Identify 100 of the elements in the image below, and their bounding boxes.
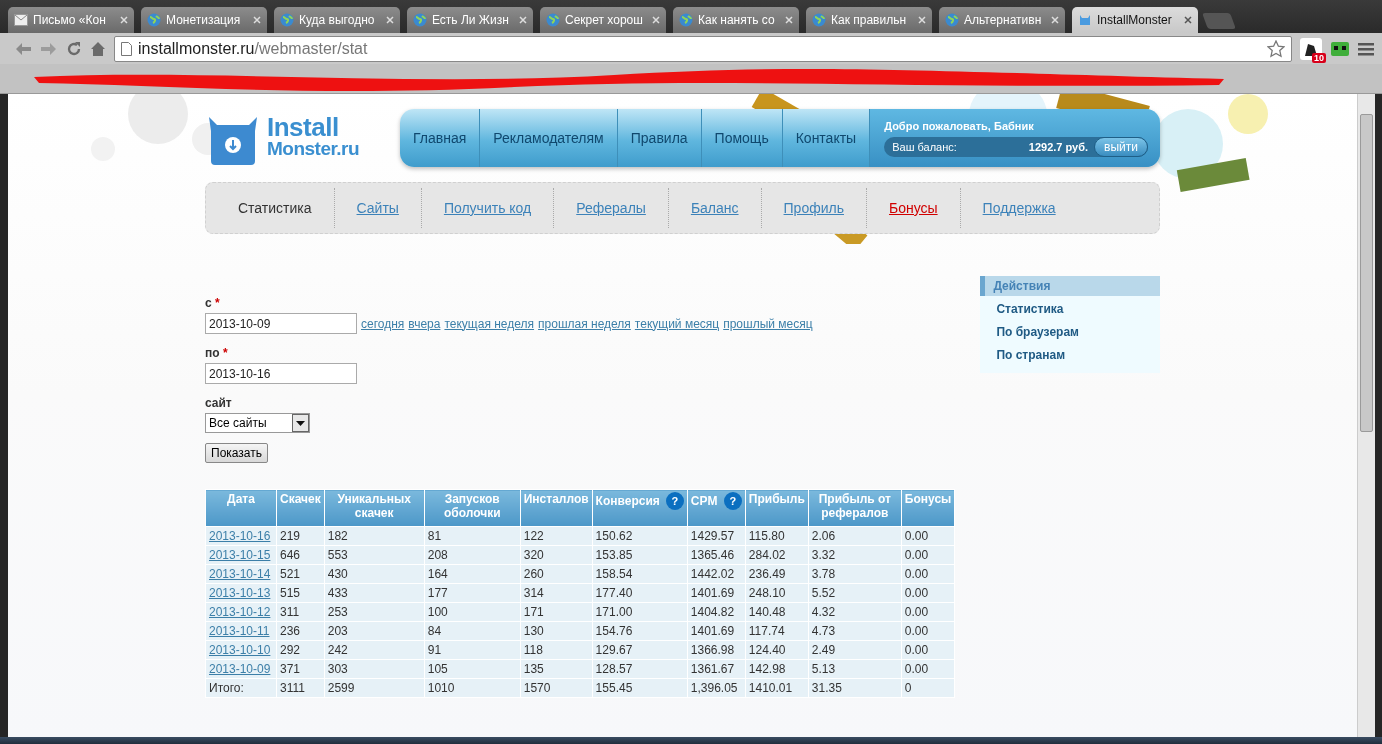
table-cell: 0.00: [901, 640, 955, 660]
sub-nav-current[interactable]: Статистика: [216, 188, 335, 228]
table-cell: 3.78: [808, 564, 902, 584]
date-field[interactable]: 2013-10-16: [205, 363, 357, 384]
show-button[interactable]: Показать: [205, 443, 268, 463]
table-cell: 177.40: [592, 583, 688, 603]
logo[interactable]: Install Monster.ru: [205, 109, 400, 167]
help-icon[interactable]: ?: [723, 492, 742, 510]
column-header: Запусков оболочки: [424, 489, 521, 527]
browser-tab[interactable]: InstallMonster: [1072, 7, 1198, 33]
column-header: Прибыль от рефералов: [808, 489, 902, 527]
table-cell: 0.00: [901, 526, 955, 546]
browser-tab[interactable]: Секрет хорош: [540, 7, 666, 33]
balance-value: 1292.7 руб.: [1028, 140, 1089, 153]
nav-link[interactable]: Помощь: [701, 109, 783, 167]
date-range-link[interactable]: прошлый месяц: [723, 316, 813, 331]
table-cell: 84: [424, 621, 521, 641]
date-range-link[interactable]: текущая неделя: [444, 316, 535, 331]
table-cell: 81: [424, 526, 521, 546]
table-cell: 135: [520, 659, 593, 679]
star-icon[interactable]: [1267, 39, 1285, 58]
column-header: CPM ?: [687, 489, 746, 527]
field-label: по *: [205, 346, 229, 360]
column-header: Бонусы: [901, 489, 955, 527]
close-icon[interactable]: [1184, 16, 1192, 24]
column-header: Дата: [205, 489, 277, 527]
table-cell: 1401.69: [687, 583, 746, 603]
sub-nav-link[interactable]: Профиль: [761, 188, 867, 228]
nav-link[interactable]: Правила: [617, 109, 702, 167]
sub-nav-link[interactable]: Сайты: [334, 188, 422, 228]
date-field[interactable]: 2013-10-09: [205, 313, 357, 334]
home-icon[interactable]: [90, 40, 106, 57]
table-cell: 320: [520, 545, 593, 565]
browser-tab[interactable]: Куда выгодно: [274, 7, 400, 33]
help-icon[interactable]: ?: [665, 492, 684, 510]
table-cell: 130: [520, 621, 593, 641]
menu-icon[interactable]: [1358, 41, 1374, 56]
column-header: Скачек: [276, 489, 325, 527]
table-cell: 0.00: [901, 583, 955, 603]
field-label: с *: [205, 296, 221, 310]
table-cell: 171: [520, 602, 593, 622]
table-cell: 5.52: [808, 583, 902, 603]
sub-nav-link[interactable]: Поддержка: [960, 188, 1078, 228]
date-range-link[interactable]: сегодня: [361, 316, 405, 331]
scrollbar-thumb[interactable]: [1360, 114, 1373, 432]
column-header: Уникальных скачек: [324, 489, 425, 527]
table-cell: 2.06: [808, 526, 902, 546]
sub-nav-link[interactable]: Рефералы: [554, 188, 669, 228]
sub-nav-link[interactable]: Баланс: [668, 188, 762, 228]
table-cell: 177: [424, 583, 521, 603]
browser-tab[interactable]: Альтернативн: [939, 7, 1065, 33]
table-cell: 0.00: [901, 602, 955, 622]
address-bar[interactable]: installmonster.ru/webmaster/stat: [114, 35, 1292, 62]
table-cell: 0.00: [901, 564, 955, 584]
date-range-link[interactable]: вчера: [408, 316, 441, 331]
browser-tab[interactable]: Есть Ли Жизн: [407, 7, 533, 33]
table-cell: 303: [324, 659, 425, 679]
panel-link[interactable]: По браузерам: [980, 319, 1160, 342]
date-range-link[interactable]: прошлая неделя: [538, 316, 631, 331]
browser-tab[interactable]: Монетизация: [141, 7, 267, 33]
table-cell: 208: [424, 545, 521, 565]
balance-label: Ваш баланс:: [892, 140, 958, 153]
nav-link[interactable]: Рекламодателям: [480, 109, 618, 167]
table-cell: 1365.46: [687, 545, 746, 565]
sub-nav-link[interactable]: Получить код: [421, 188, 555, 228]
table-cell: 1570: [520, 678, 593, 698]
monster-icon: [1078, 13, 1092, 27]
new-tab-button[interactable]: [1202, 13, 1236, 29]
table-cell: 260: [520, 564, 593, 584]
table-cell: 553: [324, 545, 425, 565]
table-cell: 153.85: [592, 545, 688, 565]
table-cell: 1401.69: [687, 621, 746, 641]
table-cell: 122: [520, 526, 593, 546]
logout-button[interactable]: выйти: [1094, 136, 1148, 157]
globe-icon: [147, 13, 161, 27]
reload-icon[interactable]: [66, 40, 82, 57]
table-cell: 0.00: [901, 545, 955, 565]
table-cell: 4.32: [808, 602, 902, 622]
table-cell: 100: [424, 602, 521, 622]
panel-link[interactable]: По странам: [980, 342, 1160, 365]
date-range-link[interactable]: текущий месяц: [634, 316, 720, 331]
table-cell: 155.45: [592, 678, 688, 698]
table-cell: 314: [520, 583, 593, 603]
browser-tab[interactable]: Письмо «Кон: [8, 7, 134, 33]
panel-title: Действия: [980, 276, 1160, 296]
table-cell: 4.73: [808, 621, 902, 641]
sub-nav-link[interactable]: Бонусы: [867, 188, 961, 228]
table-cell: 1404.82: [687, 602, 746, 622]
scrollbar[interactable]: [1357, 94, 1375, 737]
table-cell: 0.00: [901, 621, 955, 641]
caret-icon: [292, 414, 309, 432]
panel-link[interactable]: Статистика: [980, 296, 1160, 319]
nav-link[interactable]: Главная: [400, 109, 481, 167]
table-cell: 0: [901, 678, 955, 698]
globe-icon: [280, 13, 294, 27]
site-dropdown[interactable]: Все сайты: [205, 413, 310, 433]
browser-tab[interactable]: Как правильн: [806, 7, 932, 33]
table-cell: 129.67: [592, 640, 688, 660]
table-cell: 292: [276, 640, 325, 660]
browser-tab[interactable]: Как нанять со: [673, 7, 799, 33]
